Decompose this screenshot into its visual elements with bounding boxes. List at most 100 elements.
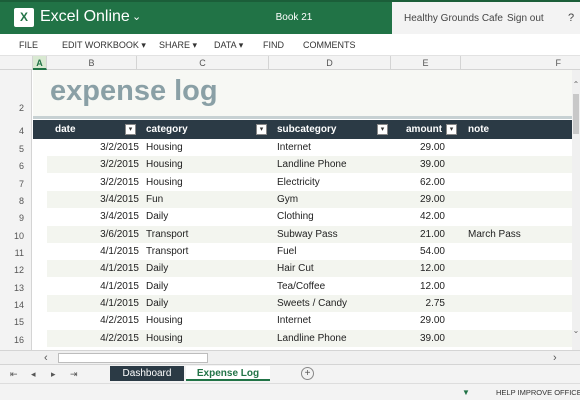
scroll-left-icon[interactable]: ‹: [44, 351, 48, 365]
cell-category[interactable]: Housing: [146, 177, 266, 189]
table-row: 3/2/2015 Housing Electricity 62.00: [47, 174, 572, 191]
filter-dropdown-icon[interactable]: ▾: [125, 124, 136, 135]
column-header-f[interactable]: F: [461, 56, 580, 70]
cell-date[interactable]: 4/2/2015: [47, 315, 139, 327]
row-header[interactable]: 8: [0, 196, 32, 206]
menu-data[interactable]: DATA ▾: [214, 40, 243, 51]
cell-amount[interactable]: 62.00: [377, 177, 445, 189]
cell-category[interactable]: Transport: [146, 229, 266, 241]
header-category[interactable]: category: [146, 124, 188, 136]
row-header[interactable]: 14: [0, 300, 32, 310]
cell-category[interactable]: Transport: [146, 246, 266, 258]
menu-find[interactable]: FIND: [263, 40, 284, 51]
cell-date[interactable]: 4/1/2015: [47, 298, 139, 310]
menu-comments[interactable]: COMMENTS: [303, 40, 356, 51]
cell-date[interactable]: 3/2/2015: [47, 159, 139, 171]
row-header[interactable]: 6: [0, 161, 32, 171]
cell-note[interactable]: March Pass: [468, 229, 568, 241]
cell-category[interactable]: Daily: [146, 281, 266, 293]
cell-amount[interactable]: 39.00: [377, 333, 445, 345]
column-header-b[interactable]: B: [47, 56, 137, 70]
cell-amount[interactable]: 54.00: [377, 246, 445, 258]
cell-date[interactable]: 4/1/2015: [47, 281, 139, 293]
cell-date[interactable]: 3/4/2015: [47, 194, 139, 206]
column-header-c[interactable]: C: [137, 56, 269, 70]
row-header[interactable]: 13: [0, 283, 32, 293]
filter-dropdown-icon[interactable]: ▾: [377, 124, 388, 135]
cell-category[interactable]: Fun: [146, 194, 266, 206]
spreadsheet-grid[interactable]: A B C D E F 2 4 5 6 7 8 9 10 11 12 13 14…: [0, 56, 580, 350]
app-name[interactable]: Excel Online: [40, 8, 130, 26]
column-header-a[interactable]: A: [33, 56, 47, 70]
cell-date[interactable]: 3/6/2015: [47, 229, 139, 241]
row-header[interactable]: 15: [0, 317, 32, 327]
menu-edit-workbook[interactable]: EDIT WORKBOOK ▾: [62, 40, 146, 51]
cell-date[interactable]: 4/1/2015: [47, 246, 139, 258]
column-header-e[interactable]: E: [391, 56, 461, 70]
sheet-title[interactable]: expense log: [50, 74, 218, 108]
sign-out-link[interactable]: Sign out: [507, 13, 544, 25]
row-header[interactable]: 4: [0, 126, 32, 136]
sheet-tab-dashboard[interactable]: Dashboard: [110, 366, 184, 381]
scroll-down-icon[interactable]: ⌄: [572, 326, 580, 335]
cell-amount[interactable]: 2.75: [377, 298, 445, 310]
cell-category[interactable]: Housing: [146, 159, 266, 171]
add-sheet-icon[interactable]: +: [301, 367, 314, 380]
cell-amount[interactable]: 12.00: [377, 263, 445, 275]
cell-amount[interactable]: 29.00: [377, 142, 445, 154]
row-header[interactable]: 5: [0, 144, 32, 154]
next-sheet-icon[interactable]: ▸: [51, 368, 56, 380]
column-header-d[interactable]: D: [269, 56, 391, 70]
cell-date[interactable]: 4/2/2015: [47, 333, 139, 345]
row-header[interactable]: 9: [0, 213, 32, 223]
menu-share[interactable]: SHARE ▾: [159, 40, 197, 51]
excel-logo-icon[interactable]: X: [14, 8, 34, 27]
cell-date[interactable]: 3/2/2015: [47, 177, 139, 189]
vertical-scroll-thumb[interactable]: [573, 94, 579, 134]
help-improve-office-link[interactable]: HELP IMPROVE OFFICE: [496, 388, 580, 398]
prev-sheet-icon[interactable]: ◂: [31, 368, 36, 380]
last-sheet-icon[interactable]: ⇥: [70, 368, 78, 380]
menu-file[interactable]: FILE: [19, 40, 38, 51]
row-header[interactable]: 11: [0, 248, 32, 258]
row-header[interactable]: 12: [0, 265, 32, 275]
row-header[interactable]: 7: [0, 179, 32, 189]
cell-amount[interactable]: 39.00: [377, 159, 445, 171]
header-note[interactable]: note: [468, 124, 489, 136]
row-header[interactable]: 10: [0, 231, 32, 241]
cell-amount[interactable]: 21.00: [377, 229, 445, 241]
cell-category[interactable]: Daily: [146, 263, 266, 275]
cell-date[interactable]: 3/2/2015: [47, 142, 139, 154]
cell-amount[interactable]: 12.00: [377, 281, 445, 293]
vertical-scrollbar[interactable]: ⌃ ⌄: [572, 70, 580, 350]
filter-dropdown-icon[interactable]: ▾: [446, 124, 457, 135]
chevron-down-icon[interactable]: ⌄: [132, 10, 141, 24]
cell-category[interactable]: Housing: [146, 333, 266, 345]
cell-date[interactable]: 4/1/2015: [47, 263, 139, 275]
help-icon[interactable]: ?: [568, 12, 574, 24]
header-subcategory[interactable]: subcategory: [277, 124, 336, 136]
user-name[interactable]: Healthy Grounds Cafe: [404, 13, 503, 25]
horizontal-scroll-thumb[interactable]: [58, 353, 208, 363]
scroll-right-icon[interactable]: ›: [553, 351, 557, 365]
row-header[interactable]: 2: [0, 103, 32, 113]
header-amount[interactable]: amount: [406, 124, 442, 136]
row-header[interactable]: 16: [0, 335, 32, 345]
first-sheet-icon[interactable]: ⇤: [10, 368, 18, 380]
scroll-up-icon[interactable]: ⌃: [572, 80, 580, 89]
sheet-tab-expense-log[interactable]: Expense Log: [186, 366, 270, 381]
header-date[interactable]: date: [55, 124, 76, 136]
cell-category[interactable]: Daily: [146, 211, 266, 223]
select-all-corner[interactable]: [0, 56, 33, 70]
workbook-name[interactable]: Book 21: [262, 11, 326, 25]
horizontal-scrollbar[interactable]: ‹ ›: [0, 350, 580, 364]
cell-date[interactable]: 3/4/2015: [47, 211, 139, 223]
cell-amount[interactable]: 29.00: [377, 315, 445, 327]
cell-category[interactable]: Housing: [146, 315, 266, 327]
cell-category[interactable]: Housing: [146, 142, 266, 154]
dropdown-arrow-icon: ▾: [238, 40, 244, 50]
cell-amount[interactable]: 42.00: [377, 211, 445, 223]
cell-amount[interactable]: 29.00: [377, 194, 445, 206]
cell-category[interactable]: Daily: [146, 298, 266, 310]
filter-dropdown-icon[interactable]: ▾: [256, 124, 267, 135]
